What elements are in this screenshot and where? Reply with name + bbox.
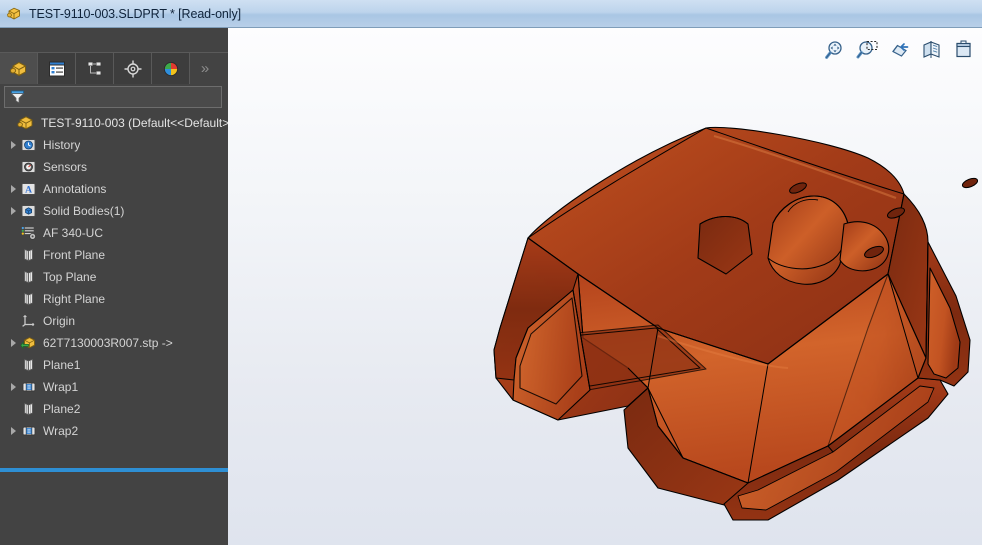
history-icon [20, 136, 38, 154]
plane-icon [20, 400, 38, 418]
solidworks-window: TEST-9110-003.SLDPRT * [Read-only] » TES… [0, 0, 982, 545]
tab-overflow-chevron-icon[interactable]: » [190, 53, 220, 84]
window-title-text: TEST-9110-003.SLDPRT * [Read-only] [29, 6, 241, 21]
tree-item-plane2[interactable]: Plane2 [0, 398, 228, 420]
tree-expander-placeholder [6, 310, 20, 332]
tree-item-label: Wrap2 [43, 424, 79, 438]
zoom-to-area-icon [856, 40, 880, 64]
tree-item-label: Plane1 [43, 358, 81, 372]
model-canvas [493, 126, 979, 521]
tree-item-label: Plane2 [43, 402, 81, 416]
window-title-bar: TEST-9110-003.SLDPRT * [Read-only] [0, 0, 982, 28]
tree-item-plane1[interactable]: Plane1 [0, 354, 228, 376]
tree-item-material[interactable]: AF 340-UC [0, 222, 228, 244]
tree-expander-placeholder [6, 398, 20, 420]
tree-expander-icon[interactable] [6, 332, 20, 354]
previous-view-button[interactable] [888, 39, 912, 61]
tree-expander-placeholder [6, 288, 20, 310]
section-view-icon [920, 41, 944, 64]
zoom-to-fit-button[interactable] [824, 39, 848, 61]
zoom-to-area-button[interactable] [856, 39, 880, 61]
sidebar-item-dimxpert-manager[interactable] [114, 53, 152, 84]
tree-item-label: Annotations [43, 182, 107, 196]
tree-filter-input[interactable] [31, 91, 217, 103]
tree-item-label: TEST-9110-003 (Default<<Default>_D [41, 116, 228, 130]
sidebar-item-feature-manager-design-tree[interactable] [0, 53, 38, 84]
tree-expander-icon[interactable] [6, 134, 20, 156]
view-orientation-button[interactable] [952, 39, 976, 61]
zoom-to-fit-icon [824, 41, 848, 64]
yellow-part-icon [8, 58, 30, 80]
tree-item-wrap2[interactable]: Wrap2 [0, 420, 228, 442]
tree-expander-placeholder [2, 112, 16, 134]
sidebar-item-property-manager[interactable] [38, 53, 76, 84]
tree-item-part-root[interactable]: TEST-9110-003 (Default<<Default>_D [0, 112, 228, 134]
sensors-icon [20, 158, 38, 176]
property-list-icon [46, 58, 68, 80]
tree-expander-placeholder [6, 244, 20, 266]
dimxpert-target-icon [122, 58, 144, 80]
svg-text:A: A [25, 185, 32, 195]
tree-item-imported-step[interactable]: 62T7130003R007.stp -> [0, 332, 228, 354]
tree-item-history[interactable]: History [0, 134, 228, 156]
tree-item-label: Wrap1 [43, 380, 79, 394]
tree-expander-icon[interactable] [6, 376, 20, 398]
tree-expander-icon[interactable] [6, 420, 20, 442]
rollback-bar[interactable] [0, 468, 228, 472]
tree-item-label: Sensors [43, 160, 88, 174]
plane-icon [20, 246, 38, 264]
solidworks-part-icon [6, 5, 24, 23]
configuration-tree-icon [84, 58, 106, 80]
plane-icon [20, 268, 38, 286]
tree-item-solid-bodies[interactable]: Solid Bodies(1) [0, 200, 228, 222]
part-root-icon [16, 113, 36, 133]
filter-funnel-icon [9, 89, 27, 105]
tree-item-label: Right Plane [43, 292, 106, 306]
imported-feature-icon [20, 334, 38, 352]
view-orientation-icon [952, 40, 976, 64]
material-icon [20, 224, 38, 242]
tree-item-label: History [43, 138, 81, 152]
tree-item-right-plane[interactable]: Right Plane [0, 288, 228, 310]
solid-bodies-icon [20, 202, 38, 220]
annotations-icon: A [20, 180, 38, 198]
origin-icon [20, 312, 38, 330]
display-sphere-icon [160, 58, 182, 80]
section-view-button[interactable] [920, 39, 944, 61]
manager-tab-strip: » [0, 52, 228, 84]
tree-item-wrap1[interactable]: Wrap1 [0, 376, 228, 398]
tree-item-annotations[interactable]: A Annotations [0, 178, 228, 200]
tree-expander-icon[interactable] [6, 178, 20, 200]
wrap-feature-icon [20, 422, 38, 440]
tree-item-origin[interactable]: Origin [0, 310, 228, 332]
sidebar-item-display-manager[interactable] [152, 53, 190, 84]
tree-item-label: Solid Bodies(1) [43, 204, 125, 218]
graphics-viewport[interactable] [228, 28, 982, 545]
tree-expander-placeholder [6, 354, 20, 376]
sidebar-item-configuration-manager[interactable] [76, 53, 114, 84]
tree-item-label: Top Plane [43, 270, 97, 284]
tree-expander-placeholder [6, 156, 20, 178]
tree-expander-placeholder [6, 222, 20, 244]
tab-strip-filler [220, 53, 228, 84]
tree-expander-placeholder [6, 266, 20, 288]
plane-icon [20, 290, 38, 308]
tree-filter-bar[interactable] [4, 86, 222, 108]
wrap-feature-icon [20, 378, 38, 396]
tree-item-label: 62T7130003R007.stp -> [43, 336, 173, 350]
view-toolbar [824, 38, 976, 62]
tree-item-sensors[interactable]: Sensors [0, 156, 228, 178]
tree-item-label: AF 340-UC [43, 226, 104, 240]
design-tree: TEST-9110-003 (Default<<Default>_D Histo… [0, 112, 228, 442]
tree-item-label: Origin [43, 314, 76, 328]
previous-view-icon [888, 43, 912, 64]
tree-item-label: Front Plane [43, 248, 106, 262]
tree-expander-icon[interactable] [6, 200, 20, 222]
tree-item-front-plane[interactable]: Front Plane [0, 244, 228, 266]
tree-item-top-plane[interactable]: Top Plane [0, 266, 228, 288]
feature-manager-panel: » TEST-9110-003 (Default<<Default>_D His… [0, 28, 228, 545]
plane-icon [20, 356, 38, 374]
